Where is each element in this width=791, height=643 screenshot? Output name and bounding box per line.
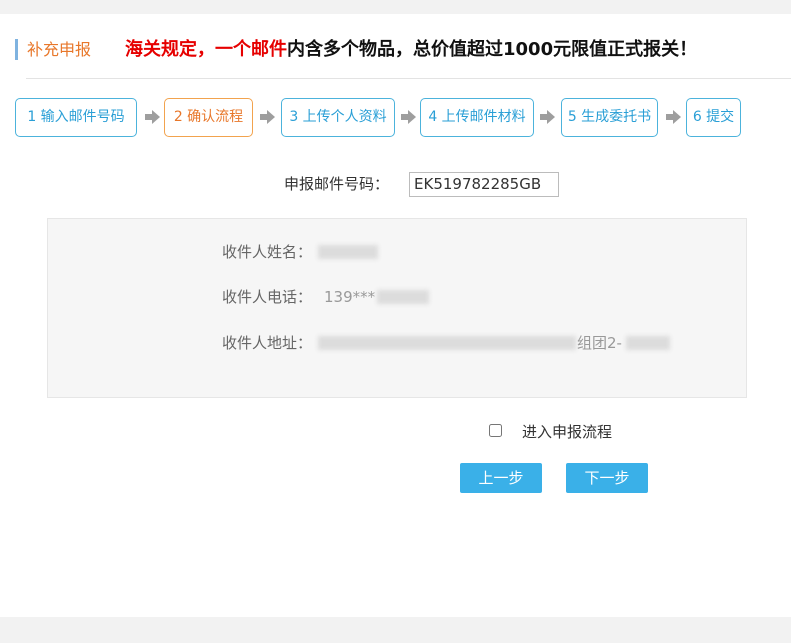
arrow-right-icon bbox=[145, 110, 160, 124]
recipient-address-value: 组团2- bbox=[577, 334, 622, 352]
enter-declaration-checkbox[interactable] bbox=[489, 424, 502, 437]
step-3-upload-personal-info[interactable]: 3 上传个人资料 bbox=[281, 98, 395, 137]
top-bar bbox=[0, 0, 791, 14]
prev-step-button[interactable]: 上一步 bbox=[460, 463, 542, 493]
step-4-upload-mail-materials[interactable]: 4 上传邮件材料 bbox=[420, 98, 534, 137]
mail-number-label: 申报邮件号码： bbox=[284, 175, 390, 193]
bottom-bar bbox=[0, 617, 791, 643]
step-6-submit[interactable]: 6 提交 bbox=[686, 98, 741, 137]
customs-notice: 海关规定，一个邮件内含多个物品，总价值超过1000元限值正式报关！ bbox=[125, 38, 697, 62]
arrow-right-icon bbox=[260, 110, 275, 124]
recipient-phone-value: 139*** bbox=[324, 288, 376, 306]
next-step-button[interactable]: 下一步 bbox=[566, 463, 648, 493]
recipient-phone-redacted bbox=[377, 290, 429, 304]
recipient-phone-label: 收件人电话： bbox=[222, 288, 313, 306]
section-title: 补充申报 bbox=[27, 40, 92, 59]
recipient-address-label: 收件人地址： bbox=[222, 334, 313, 352]
recipient-address-redacted bbox=[318, 336, 576, 350]
section-accent-bar bbox=[15, 39, 18, 60]
header-divider bbox=[26, 78, 791, 79]
step-5-generate-power-of-attorney[interactable]: 5 生成委托书 bbox=[561, 98, 658, 137]
enter-declaration-label[interactable]: 进入申报流程 bbox=[522, 421, 612, 443]
customs-notice-text: 内含多个物品，总价值超过1000元限值正式报关！ bbox=[287, 39, 698, 60]
arrow-right-icon bbox=[401, 110, 416, 124]
step-1-enter-mail-number[interactable]: 1 输入邮件号码 bbox=[15, 98, 137, 137]
recipient-address-redacted-tail bbox=[626, 336, 670, 350]
mail-number-field: EK519782285GB bbox=[409, 172, 559, 197]
recipient-name-label: 收件人姓名： bbox=[222, 243, 313, 261]
step-2-confirm-process[interactable]: 2 确认流程 bbox=[164, 98, 253, 137]
recipient-name-redacted bbox=[318, 245, 378, 259]
arrow-right-icon bbox=[540, 110, 555, 124]
arrow-right-icon bbox=[666, 110, 681, 124]
recipient-info-panel bbox=[47, 218, 747, 398]
customs-notice-highlight: 海关规定，一个邮件 bbox=[125, 39, 287, 60]
